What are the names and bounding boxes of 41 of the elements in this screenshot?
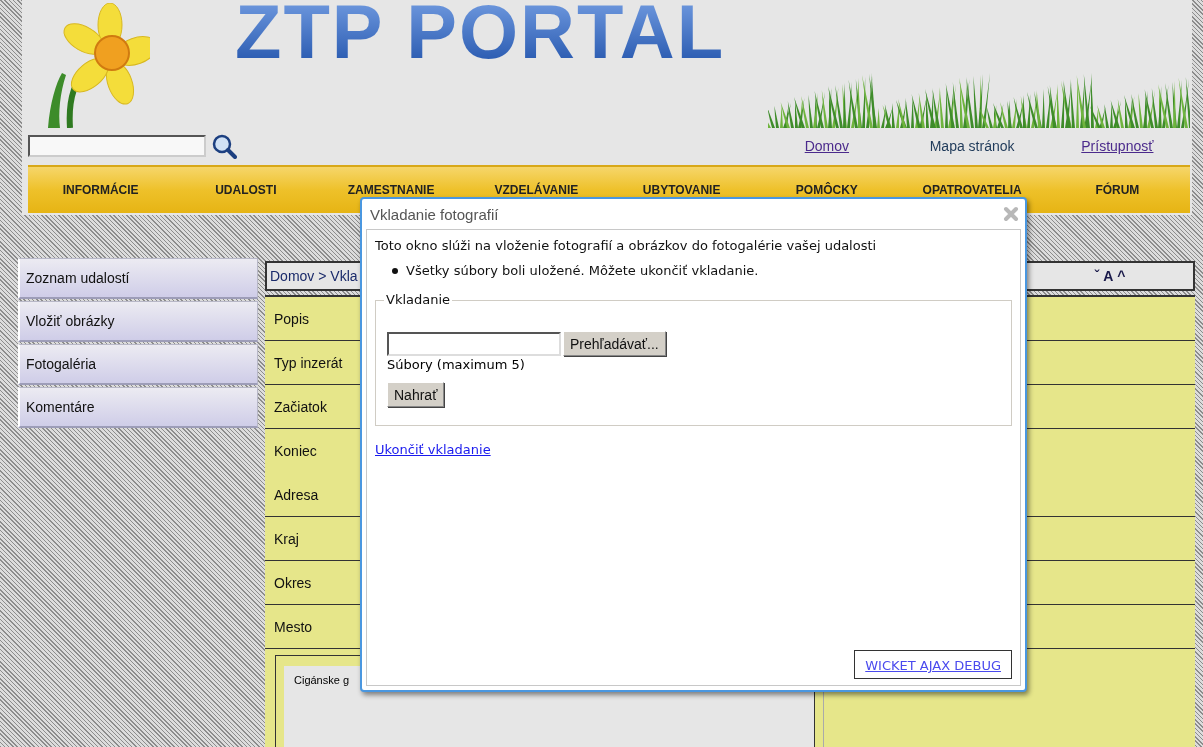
nav-item[interactable]: ZAMESTNANIE	[318, 183, 464, 197]
sidebar-item[interactable]: Vložiť obrázky	[18, 301, 258, 342]
close-icon	[1003, 206, 1019, 222]
top-link[interactable]: Domov	[804, 138, 850, 154]
upload-button[interactable]: Nahrať	[387, 382, 445, 407]
sidebar-item[interactable]: Fotogaléria	[18, 344, 258, 385]
breadcrumb: Domov > Vkla	[270, 268, 358, 284]
field-label: Okres	[274, 574, 312, 591]
nav-item[interactable]: FÓRUM	[1044, 183, 1190, 197]
top-link[interactable]: Prístupnosť	[1081, 138, 1154, 154]
finish-link[interactable]: Ukončiť vkladanie	[375, 442, 491, 457]
nav-item[interactable]: VZDELÁVANIE	[463, 183, 609, 197]
file-field[interactable]	[387, 331, 561, 356]
intro-text: Toto okno slúži na vloženie fotografií a obrázkov do fotogalérie vašej udalosti	[375, 238, 878, 253]
search-icon	[211, 133, 237, 159]
debug-link[interactable]: WICKET AJAX DEBUG	[865, 658, 1001, 673]
font-size-control[interactable]: ˇ	[1094, 268, 1100, 284]
dialog-title: Vkladanie fotografií	[370, 205, 499, 223]
nav-item[interactable]: UBYTOVANIE	[609, 183, 755, 197]
browse-button[interactable]: Prehľadávať...	[563, 331, 666, 356]
search-field[interactable]	[28, 135, 206, 157]
group-legend: Vkladanie	[384, 292, 453, 307]
status-message: Všetky súbory boli uložené. Môžete ukončiť vkladanie.	[406, 263, 759, 278]
nav-item[interactable]: OPATROVATELIA	[899, 183, 1045, 197]
font-size-control[interactable]: A	[1103, 268, 1114, 284]
files-hint: Súbory (maximum 5)	[387, 357, 526, 372]
field-label: Mesto	[274, 618, 313, 635]
field-label: Začiatok	[274, 398, 327, 415]
nav-item[interactable]: INFORMÁCIE	[28, 183, 174, 197]
sitemap-link[interactable]: Mapa stránok	[929, 138, 1015, 154]
sidebar-item[interactable]: Komentáre	[18, 387, 258, 428]
bullet-icon	[392, 267, 398, 274]
sidebar-item[interactable]: Zoznam udalostí	[18, 258, 258, 299]
field-label: Typ inzerát	[274, 354, 343, 371]
font-size-control[interactable]: ^	[1117, 268, 1126, 284]
field-label: Adresa	[274, 486, 319, 503]
nav-item[interactable]: POMÔCKY	[754, 183, 900, 197]
field-label: Koniec	[274, 443, 317, 459]
nav-item[interactable]: UDALOSTI	[173, 183, 319, 197]
field-label: Kraj	[274, 530, 299, 547]
field-label: Popis	[274, 310, 310, 327]
